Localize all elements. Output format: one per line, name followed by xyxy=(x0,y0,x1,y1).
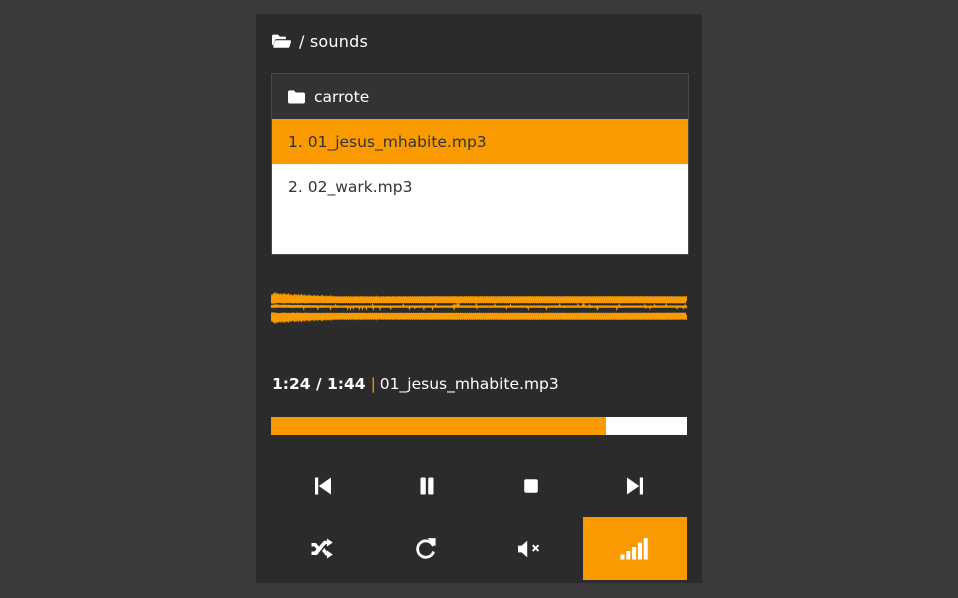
step-backward-icon xyxy=(312,474,334,498)
repeat-button[interactable] xyxy=(375,517,479,580)
shuffle-button[interactable] xyxy=(271,517,375,580)
progress-bar[interactable] xyxy=(271,417,687,435)
progress-bar-fill xyxy=(271,417,606,435)
previous-button[interactable] xyxy=(271,454,375,517)
folder-icon xyxy=(288,89,305,104)
playback-controls xyxy=(271,454,687,580)
playback-time: 1:24 / 1:44 xyxy=(272,375,366,393)
now-playing-divider: | xyxy=(370,375,376,393)
list-item-track[interactable]: 2. 02_wark.mp3 xyxy=(272,164,688,209)
breadcrumb: / sounds xyxy=(272,28,368,54)
now-playing-info: 1:24 / 1:44 | 01_jesus_mhabite.mp3 xyxy=(272,375,559,393)
pause-button[interactable] xyxy=(375,454,479,517)
step-forward-icon xyxy=(624,474,646,498)
breadcrumb-path[interactable]: / sounds xyxy=(299,32,368,51)
now-playing-filename: 01_jesus_mhabite.mp3 xyxy=(379,375,559,393)
volume-mute-icon xyxy=(516,537,546,561)
signal-bars-icon xyxy=(618,536,652,562)
pause-icon xyxy=(416,474,438,498)
shuffle-icon xyxy=(310,537,336,561)
folder-open-icon xyxy=(272,34,291,49)
volume-button[interactable] xyxy=(583,517,687,580)
stop-button[interactable] xyxy=(479,454,583,517)
list-item-label: 1. 01_jesus_mhabite.mp3 xyxy=(288,132,487,151)
list-item-label: 2. 02_wark.mp3 xyxy=(288,177,413,196)
repeat-icon xyxy=(414,536,440,562)
file-list-empty-space xyxy=(272,209,688,254)
audio-player-window: / sounds carrote 1. 01_jesus_mhabite.mp3… xyxy=(256,14,702,583)
audio-waveform[interactable] xyxy=(271,277,687,339)
next-button[interactable] xyxy=(583,454,687,517)
list-item-parent-folder[interactable]: carrote xyxy=(272,74,688,119)
file-list: carrote 1. 01_jesus_mhabite.mp3 2. 02_wa… xyxy=(271,73,689,255)
list-item-track[interactable]: 1. 01_jesus_mhabite.mp3 xyxy=(272,119,688,164)
stop-icon xyxy=(520,474,542,498)
list-item-label: carrote xyxy=(314,87,370,106)
mute-button[interactable] xyxy=(479,517,583,580)
